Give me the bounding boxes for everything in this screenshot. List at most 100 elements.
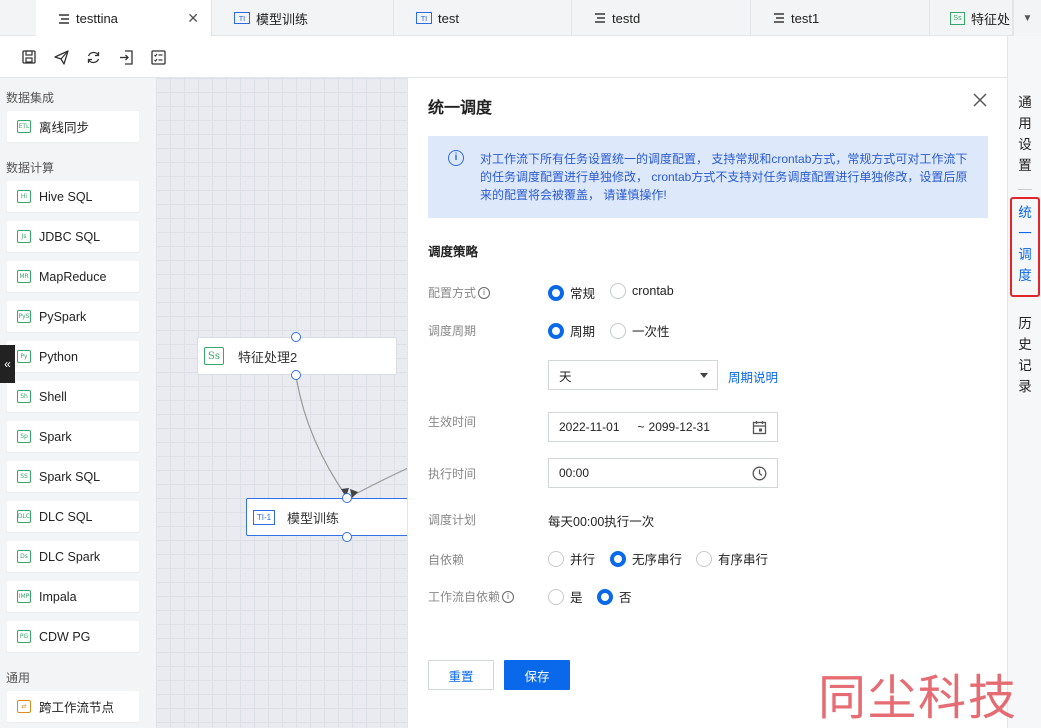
shell-icon: Sh <box>17 390 31 403</box>
node-item-label: 离线同步 <box>39 121 90 135</box>
node-item-spark-sql[interactable]: SS Spark SQL <box>7 461 139 492</box>
radio-label: 一次性 <box>632 325 670 339</box>
field-label: 工作流自依赖 <box>428 590 501 604</box>
radio-no[interactable]: 否 <box>597 587 632 606</box>
node-port-top[interactable] <box>342 493 352 503</box>
info-alert: i 对工作流下所有任务设置统一的调度配置， 支持常规和crontab方式，常规方… <box>428 136 988 218</box>
tab-label: testd <box>612 10 641 26</box>
schedule-cycle-label: 调度周期 <box>428 324 477 338</box>
collapse-sidebar-button[interactable]: « <box>0 345 15 383</box>
node-item-jdbc-sql[interactable]: Js JDBC SQL <box>7 221 139 252</box>
radio-dot <box>610 283 626 299</box>
start-date: 2022-11-01 <box>559 420 620 434</box>
close-icon[interactable] <box>972 92 988 108</box>
node-item-label: CDW PG <box>39 629 91 644</box>
tab-testtina[interactable]: testtina ✕ <box>36 0 212 37</box>
node-item-mapreduce[interactable]: MR MapReduce <box>7 261 139 292</box>
node-item-hive-sql[interactable]: Hi Hive SQL <box>7 181 139 212</box>
radio-dot <box>610 550 626 567</box>
checklist-icon[interactable] <box>149 48 167 66</box>
radio-parallel[interactable]: 并行 <box>548 549 595 568</box>
impala-icon: IMP <box>17 590 31 603</box>
import-icon[interactable] <box>117 48 135 66</box>
toolbar <box>0 36 1007 78</box>
node-item-impala[interactable]: IMP Impala <box>7 581 139 612</box>
node-item-pyspark[interactable]: PyS PySpark <box>7 301 139 332</box>
node-item-dlc-sql[interactable]: DLC DLC SQL <box>7 501 139 532</box>
radio-dot <box>548 284 564 301</box>
exec-time-input[interactable]: 00:00 <box>548 458 778 488</box>
rail-item-general-settings[interactable]: 通用设置 <box>1017 92 1033 176</box>
effective-time-label: 生效时间 <box>428 415 477 429</box>
node-item-dlc-spark[interactable]: Ds DLC Spark <box>7 541 139 572</box>
tab-label: 模型训练 <box>256 11 309 27</box>
tab-feature-processing[interactable]: Ss 特征处 <box>930 0 1013 36</box>
effective-date-range[interactable]: 2022-11-01 ~ 2099-12-31 <box>548 412 778 442</box>
radio-ordered-serial[interactable]: 有序串行 <box>696 549 768 568</box>
pyspark-icon: PyS <box>17 310 31 323</box>
node-item-label: Impala <box>39 589 77 604</box>
schedule-plan-value: 每天00:00执行一次 <box>548 515 655 529</box>
tab-bar: testtina ✕ TI 模型训练 TI test testd test1 S… <box>0 0 1041 37</box>
reset-button[interactable]: 重置 <box>428 660 494 690</box>
help-icon[interactable]: i <box>478 286 491 299</box>
radio-dot <box>610 322 626 339</box>
radio-once[interactable]: 一次性 <box>610 321 670 340</box>
etl-icon: ETL <box>17 120 31 133</box>
node-item-spark[interactable]: Sp Spark <box>7 421 139 452</box>
edge-layer <box>295 375 408 498</box>
node-port-top[interactable] <box>291 332 301 342</box>
canvas-node-model-training[interactable]: TI-1 模型训练 <box>246 498 416 536</box>
radio-unordered-serial[interactable]: 无序串行 <box>610 549 682 568</box>
close-icon[interactable]: ✕ <box>187 10 199 27</box>
node-item-cdw-pg[interactable]: PG CDW PG <box>7 621 139 652</box>
node-item-label: DLC SQL <box>39 509 93 524</box>
node-item-python[interactable]: Py Python <box>7 341 139 372</box>
cycle-help-link[interactable]: 周期说明 <box>728 367 778 386</box>
ss-icon: Ss <box>204 347 224 365</box>
tab-label: testtina <box>76 11 118 26</box>
cdw-pg-icon: PG <box>17 630 31 643</box>
submit-icon[interactable] <box>52 48 70 66</box>
radio-yes[interactable]: 是 <box>548 587 583 606</box>
canvas-node-label: 模型训练 <box>287 510 340 526</box>
range-separator: ~ <box>637 420 645 434</box>
rail-item-label: 统一调度 <box>1018 205 1032 283</box>
node-port-bottom[interactable] <box>342 532 352 542</box>
node-port-bottom[interactable] <box>291 370 301 380</box>
settings-rail: 通用设置 统一调度 历史记录 <box>1007 36 1041 728</box>
tab-test1[interactable]: test1 <box>751 0 930 36</box>
tab-model-training[interactable]: TI 模型训练 <box>212 0 394 36</box>
tab-test[interactable]: TI test <box>394 0 572 36</box>
canvas-node-label: 特征处理2 <box>238 349 298 365</box>
radio-regular[interactable]: 常规 <box>548 283 595 302</box>
node-item-shell[interactable]: Sh Shell <box>7 381 139 412</box>
rail-divider <box>1018 189 1032 190</box>
tab-testd[interactable]: testd <box>572 0 751 36</box>
tab-label: test1 <box>791 10 820 26</box>
radio-dot <box>696 550 712 567</box>
radio-periodic[interactable]: 周期 <box>548 321 595 340</box>
self-dependency-label: 自依赖 <box>428 553 465 567</box>
radio-label: crontab <box>632 284 674 298</box>
chevron-down-icon[interactable]: ▼ <box>1013 0 1041 36</box>
node-item-offline-sync[interactable]: ETL 离线同步 <box>7 111 139 142</box>
radio-crontab[interactable]: crontab <box>610 283 674 299</box>
calendar-icon[interactable] <box>752 420 767 435</box>
refresh-icon[interactable] <box>84 48 102 66</box>
radio-label: 并行 <box>570 553 596 567</box>
tab-label: 特征处 <box>971 11 1011 27</box>
unified-schedule-panel: 统一调度 i 对工作流下所有任务设置统一的调度配置， 支持常规和crontab方… <box>407 78 1007 728</box>
ss-icon: Ss <box>950 11 965 25</box>
spark-icon: Sp <box>17 430 31 443</box>
rail-item-history[interactable]: 历史记录 <box>1017 313 1033 397</box>
cycle-unit-select[interactable]: 天 <box>548 360 718 390</box>
clock-icon[interactable] <box>752 466 767 481</box>
panel-title: 统一调度 <box>428 100 493 117</box>
save-icon[interactable] <box>20 48 38 66</box>
rail-item-unified-schedule[interactable]: 统一调度 <box>1017 202 1033 286</box>
node-item-cross-workflow[interactable]: ⇄ 跨工作流节点 <box>7 691 139 722</box>
save-button[interactable]: 保存 <box>504 660 570 690</box>
workflow-canvas[interactable]: Ss 特征处理2 TI-1 模型训练 <box>156 78 416 728</box>
help-icon[interactable]: i <box>502 590 515 603</box>
